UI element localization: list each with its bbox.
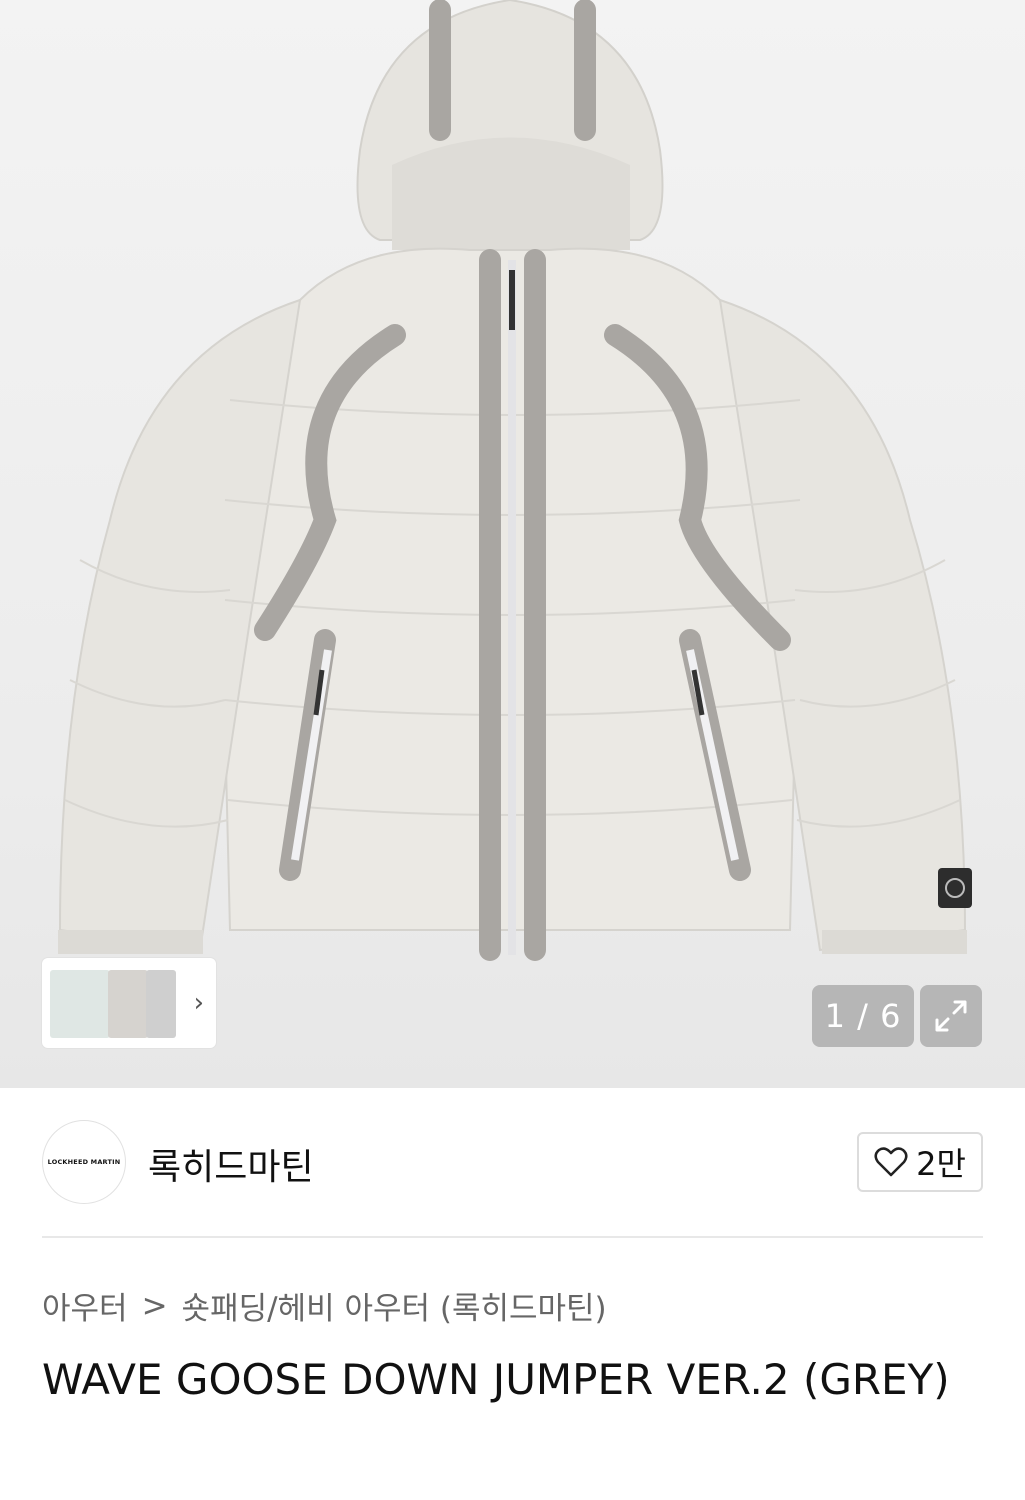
heart-icon	[874, 1147, 908, 1177]
jacket-thumbnail[interactable]	[50, 970, 110, 1038]
breadcrumb-separator-icon: >	[141, 1287, 168, 1324]
breadcrumb: 아우터 > 숏패딩/헤비 아우터 (록히드마틴)	[42, 1283, 607, 1328]
breadcrumb-category[interactable]: 아우터	[42, 1283, 128, 1328]
brand-row: LOCKHEED MARTIN 록히드마틴 2만	[42, 1120, 983, 1206]
chevron-right-icon[interactable]: ›	[194, 988, 204, 1018]
brand-name[interactable]: 록히드마틴	[148, 1138, 314, 1190]
product-title: WAVE GOOSE DOWN JUMPER VER.2 (GREY)	[42, 1355, 950, 1404]
jacket-thumbnail[interactable]	[108, 970, 148, 1038]
product-image-gallery[interactable]: › 1 / 6	[0, 0, 1025, 1088]
divider	[42, 1236, 983, 1238]
image-counter: 1 / 6	[812, 985, 914, 1047]
jacket-thumbnail[interactable]	[146, 970, 176, 1038]
thumbnail-strip[interactable]: ›	[42, 958, 216, 1048]
product-image	[58, 0, 972, 961]
expand-icon	[935, 1000, 967, 1032]
brand-logo-text: LOCKHEED MARTIN	[47, 1158, 121, 1166]
brand-logo[interactable]: LOCKHEED MARTIN	[42, 1120, 126, 1204]
breadcrumb-subcategory[interactable]: 숏패딩/헤비 아우터 (록히드마틴)	[182, 1283, 607, 1328]
expand-button[interactable]	[920, 985, 982, 1047]
like-button[interactable]: 2만	[857, 1132, 983, 1192]
like-count: 2만	[916, 1145, 966, 1183]
